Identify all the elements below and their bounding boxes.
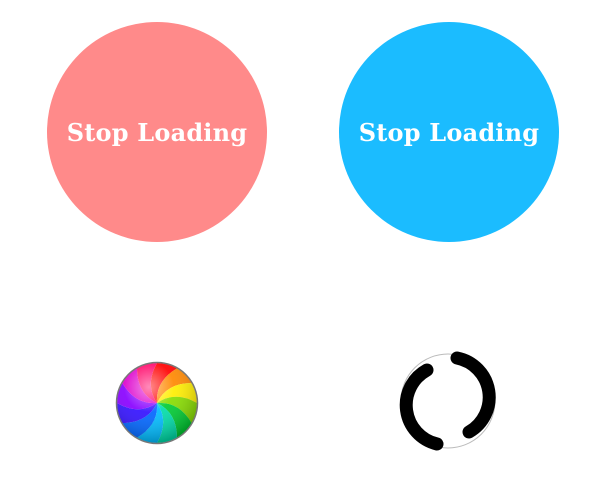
black-ring-spinner-icon <box>397 350 499 452</box>
stop-loading-button-red[interactable]: Stop Loading <box>47 22 267 242</box>
stop-loading-button-blue[interactable]: Stop Loading <box>339 22 559 242</box>
stop-loading-button-red-label: Stop Loading <box>66 117 248 147</box>
rainbow-spinner-icon <box>114 360 200 446</box>
stop-loading-button-blue-label: Stop Loading <box>358 117 540 147</box>
